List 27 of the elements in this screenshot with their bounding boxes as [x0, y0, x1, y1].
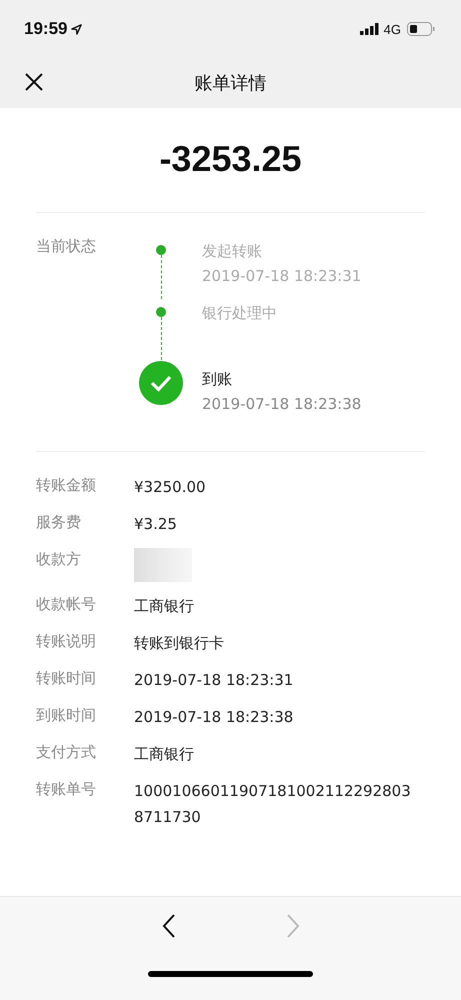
detail-value: 100010660119071810021122928038711730 — [134, 781, 412, 828]
detail-label: 支付方式 — [36, 742, 97, 763]
detail-label: 收款方 — [36, 549, 82, 570]
step-title: 发起转账 — [202, 241, 263, 261]
detail-label: 收款帐号 — [36, 594, 97, 615]
detail-label: 转账时间 — [36, 668, 97, 689]
step-title: 银行处理中 — [202, 303, 277, 323]
detail-value: 2019-07-18 18:23:38 — [134, 707, 294, 728]
detail-label: 到账时间 — [36, 705, 97, 726]
detail-label: 转账金额 — [36, 475, 97, 496]
status-label: 当前状态 — [36, 237, 97, 257]
step-time: 2019-07-18 18:23:31 — [202, 267, 362, 285]
clock-time: 19:59 — [24, 19, 68, 39]
detail-value: ¥3250.00 — [134, 477, 207, 498]
step-time: 2019-07-18 18:23:38 — [202, 395, 362, 413]
detail-label: 服务费 — [36, 512, 82, 533]
amount: -3253.25 — [158, 138, 303, 181]
detail-value: 转账到银行卡 — [134, 633, 225, 654]
detail-label: 转账单号 — [36, 779, 97, 800]
network-label: 4G — [384, 22, 401, 36]
detail-value: 工商银行 — [134, 744, 195, 765]
detail-value: 2019-07-18 18:23:31 — [134, 670, 294, 691]
detail-value: ¥3.25 — [134, 514, 178, 535]
detail-label: 转账说明 — [36, 631, 97, 652]
step-title: 到账 — [202, 369, 233, 389]
page-title: 账单详情 — [194, 72, 266, 95]
detail-value: 工商银行 — [134, 596, 195, 617]
